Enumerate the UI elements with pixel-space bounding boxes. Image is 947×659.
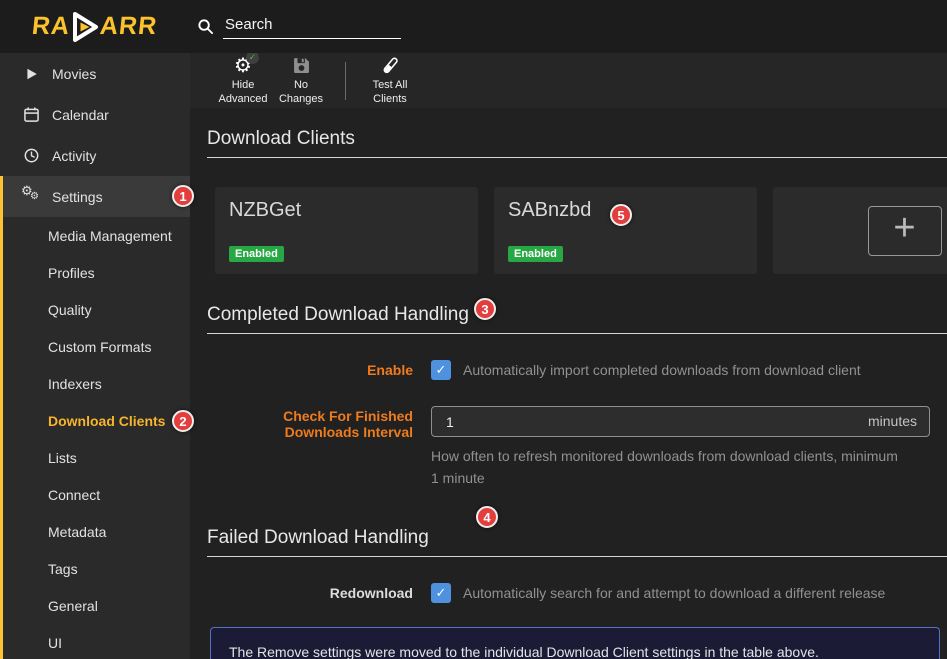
add-client-button[interactable]: +: [868, 206, 942, 256]
sidebar-item-label: UI: [48, 635, 62, 651]
sidebar-item-metadata[interactable]: Metadata: [0, 513, 190, 550]
sidebar-item-label: Metadata: [48, 524, 106, 540]
radarr-app: RA ARR Movies: [0, 0, 947, 659]
plus-icon: +: [893, 207, 915, 250]
gear-icon: ⚙ ✓: [234, 55, 252, 76]
settings-content: Download Clients NZBGet Enabled SABnzbd …: [190, 108, 947, 659]
test-all-clients-button[interactable]: Test All Clients: [361, 55, 419, 105]
interval-input-wrap: minutes: [431, 406, 930, 437]
sidebar-item-label: Profiles: [48, 265, 95, 281]
section-completed-header: Completed Download Handling: [207, 304, 947, 334]
annotation-badge-3: 3: [474, 298, 496, 320]
hide-advanced-label: Hide Advanced: [219, 79, 268, 105]
sidebar-item-settings[interactable]: ⚙⚙ Settings: [0, 176, 190, 217]
interval-unit: minutes: [868, 413, 917, 429]
search-icon: [197, 18, 214, 35]
logo-text-left: RA: [31, 12, 72, 41]
clock-icon: [23, 148, 40, 163]
sidebar-item-download-clients[interactable]: Download Clients: [0, 402, 190, 439]
no-changes-button[interactable]: No Changes: [272, 55, 330, 105]
annotation-badge-2: 2: [172, 410, 194, 432]
toolbar-separator: [345, 62, 346, 100]
active-group-indicator: [0, 176, 3, 659]
section-download-clients-header: Download Clients: [207, 128, 947, 158]
download-client-cards: NZBGet Enabled SABnzbd Enabled +: [215, 187, 947, 274]
sidebar-item-ui[interactable]: UI: [0, 624, 190, 659]
sidebar-item-label: Indexers: [48, 376, 102, 392]
enable-label: Enable: [207, 360, 431, 378]
sidebar-item-tags[interactable]: Tags: [0, 550, 190, 587]
hide-advanced-button[interactable]: ⚙ ✓ Hide Advanced: [214, 55, 272, 105]
section-title: Failed Download Handling: [207, 527, 947, 549]
radarr-logo[interactable]: RA ARR: [0, 10, 190, 44]
sidebar-item-general[interactable]: General: [0, 587, 190, 624]
search-bar: [197, 14, 401, 39]
interval-input[interactable]: [431, 406, 930, 437]
status-badge: Enabled: [229, 246, 284, 262]
redownload-help-text: Automatically search for and attempt to …: [463, 583, 885, 601]
play-icon: [23, 67, 40, 81]
sidebar-item-label: Quality: [48, 302, 92, 318]
sidebar-item-indexers[interactable]: Indexers: [0, 365, 190, 402]
sidebar-item-calendar[interactable]: Calendar: [0, 94, 190, 135]
main-area: ⚙ ✓ Hide Advanced No Changes: [190, 53, 947, 659]
save-icon: [293, 55, 310, 76]
sidebar-item-connect[interactable]: Connect: [0, 476, 190, 513]
section-title: Completed Download Handling: [207, 304, 947, 326]
sidebar-item-label: Connect: [48, 487, 100, 503]
sidebar-item-label: Media Management: [48, 228, 172, 244]
annotation-badge-1: 1: [172, 185, 194, 207]
interval-row: Check For Finished Downloads Interval mi…: [207, 406, 947, 489]
top-header: RA ARR: [0, 0, 947, 53]
sidebar-item-activity[interactable]: Activity: [0, 135, 190, 176]
sidebar-item-label: General: [48, 598, 98, 614]
sidebar-item-label: Movies: [52, 66, 96, 82]
sidebar-item-label: Activity: [52, 148, 96, 164]
client-card-sabnzbd[interactable]: SABnzbd Enabled: [494, 187, 757, 274]
sidebar-item-movies[interactable]: Movies: [0, 53, 190, 94]
enable-row: Enable ✓ Automatically import completed …: [207, 360, 947, 380]
enable-help-text: Automatically import completed downloads…: [463, 360, 861, 378]
check-icon: ✓: [246, 53, 259, 64]
gears-icon: ⚙⚙: [23, 188, 40, 205]
status-badge: Enabled: [508, 246, 563, 262]
sidebar-item-quality[interactable]: Quality: [0, 291, 190, 328]
check-icon: ✓: [436, 585, 447, 601]
sidebar-item-label: Settings: [52, 189, 103, 205]
search-input[interactable]: [223, 14, 401, 39]
sidebar-item-label: Calendar: [52, 107, 109, 123]
test-all-clients-label: Test All Clients: [373, 79, 408, 105]
logo-text-right: ARR: [99, 12, 159, 41]
no-changes-label: No Changes: [279, 79, 323, 105]
sidebar-item-label: Tags: [48, 561, 78, 577]
sidebar: Movies Calendar Activity: [0, 53, 190, 659]
sidebar-item-custom-formats[interactable]: Custom Formats: [0, 328, 190, 365]
test-tube-icon: [381, 55, 400, 76]
play-logo-icon: [70, 10, 100, 44]
sidebar-item-lists[interactable]: Lists: [0, 439, 190, 476]
client-card-nzbget[interactable]: NZBGet Enabled: [215, 187, 478, 274]
section-failed-header: Failed Download Handling: [207, 527, 947, 557]
annotation-badge-4: 4: [476, 506, 498, 528]
sidebar-item-label: Download Clients: [48, 413, 165, 429]
client-card-title: NZBGet: [229, 199, 464, 222]
redownload-label: Redownload: [207, 583, 431, 601]
calendar-icon: [23, 107, 40, 122]
sidebar-item-label: Lists: [48, 450, 77, 466]
section-title: Download Clients: [207, 128, 947, 150]
sidebar-item-media-management[interactable]: Media Management: [0, 217, 190, 254]
check-icon: ✓: [436, 362, 447, 378]
redownload-row: Redownload ✓ Automatically search for an…: [207, 583, 947, 603]
annotation-badge-5: 5: [610, 204, 632, 226]
sidebar-item-profiles[interactable]: Profiles: [0, 254, 190, 291]
interval-label: Check For Finished Downloads Interval: [207, 406, 431, 440]
enable-checkbox[interactable]: ✓: [431, 360, 451, 380]
remove-settings-notice: The Remove settings were moved to the in…: [210, 627, 940, 659]
redownload-checkbox[interactable]: ✓: [431, 583, 451, 603]
interval-help-text: How often to refresh monitored downloads…: [431, 446, 903, 489]
add-client-card: +: [773, 187, 947, 274]
page-toolbar: ⚙ ✓ Hide Advanced No Changes: [190, 53, 947, 108]
sidebar-item-label: Custom Formats: [48, 339, 151, 355]
